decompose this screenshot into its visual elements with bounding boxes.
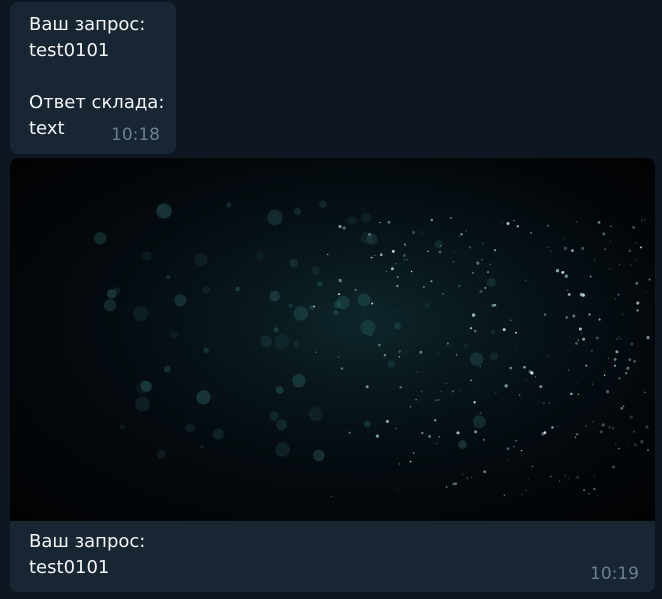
- message-time: 10:18: [111, 125, 160, 145]
- dark-particles-image[interactable]: [10, 158, 655, 521]
- answer-label: Ответ склада:: [29, 92, 165, 113]
- query-label: Ваш запрос:: [29, 531, 146, 552]
- media-message-bubble[interactable]: Ваш запрос: test0101 10:19: [10, 158, 655, 592]
- message-time: 10:19: [590, 564, 639, 584]
- particles-illustration: [10, 158, 655, 521]
- query-value: test0101: [29, 40, 110, 61]
- chat-history: Ваш запрос: test0101 Ответ склада: text …: [0, 0, 662, 599]
- query-label: Ваш запрос:: [29, 14, 146, 35]
- media-caption: Ваш запрос: test0101: [29, 529, 145, 581]
- message-bubble[interactable]: Ваш запрос: test0101 Ответ склада: text …: [10, 2, 176, 154]
- query-value: test0101: [29, 557, 110, 578]
